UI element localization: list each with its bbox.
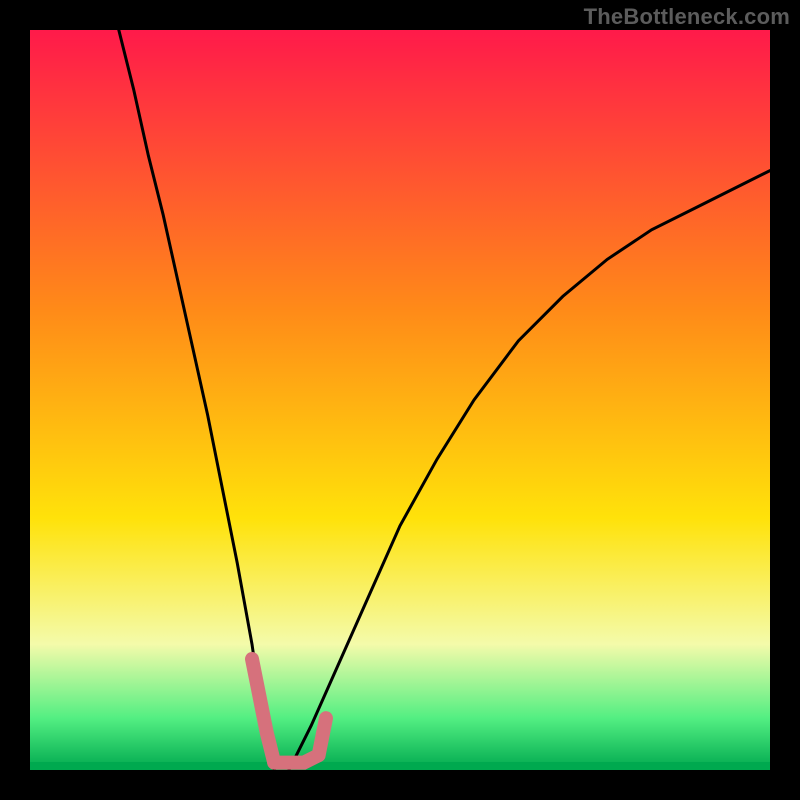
plot-background <box>30 30 770 770</box>
chart-stage: TheBottleneck.com <box>0 0 800 800</box>
highlight-right <box>319 718 326 755</box>
plot-base-strip <box>30 762 770 770</box>
chart-svg <box>0 0 800 800</box>
